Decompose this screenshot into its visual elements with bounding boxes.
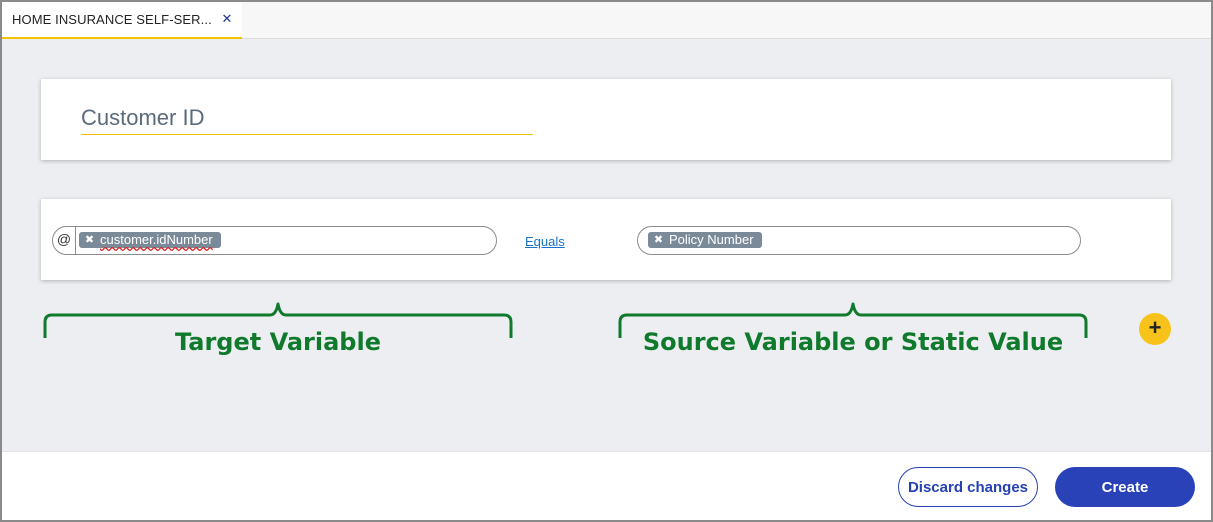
close-icon[interactable]: ✕: [220, 12, 234, 26]
variable-prefix-icon[interactable]: @: [53, 227, 76, 254]
title-card: [41, 79, 1171, 160]
remove-chip-icon[interactable]: ✖: [653, 233, 664, 247]
source-value-label: Source Variable or Static Value: [642, 328, 1064, 356]
source-value-field[interactable]: ✖ Policy Number: [637, 226, 1081, 255]
condition-card: @ ✖ customer.idNumber Equals ✖ Policy Nu…: [41, 199, 1171, 280]
target-variable-field[interactable]: @ ✖ customer.idNumber: [52, 226, 497, 255]
tab-home-insurance[interactable]: HOME INSURANCE SELF-SER... ✕: [2, 2, 242, 39]
remove-chip-icon[interactable]: ✖: [84, 233, 95, 247]
tab-label: HOME INSURANCE SELF-SER...: [12, 12, 212, 27]
target-chip-label: customer.idNumber: [100, 232, 213, 247]
plus-icon: +: [1148, 315, 1162, 340]
footer-bar: Discard changes Create: [2, 451, 1211, 520]
target-variable-chip[interactable]: ✖ customer.idNumber: [79, 232, 221, 248]
source-value-chip[interactable]: ✖ Policy Number: [648, 232, 762, 248]
add-condition-button[interactable]: +: [1139, 313, 1171, 345]
app-window: HOME INSURANCE SELF-SER... ✕ @ ✖ custome…: [0, 0, 1213, 522]
operator-link[interactable]: Equals: [525, 234, 565, 249]
source-chip-label: Policy Number: [669, 232, 754, 247]
customer-id-input[interactable]: [81, 101, 533, 135]
discard-changes-button[interactable]: Discard changes: [898, 467, 1038, 507]
create-button[interactable]: Create: [1055, 467, 1195, 507]
target-variable-label: Target Variable: [175, 328, 381, 356]
tab-bar: HOME INSURANCE SELF-SER... ✕: [2, 2, 1211, 39]
